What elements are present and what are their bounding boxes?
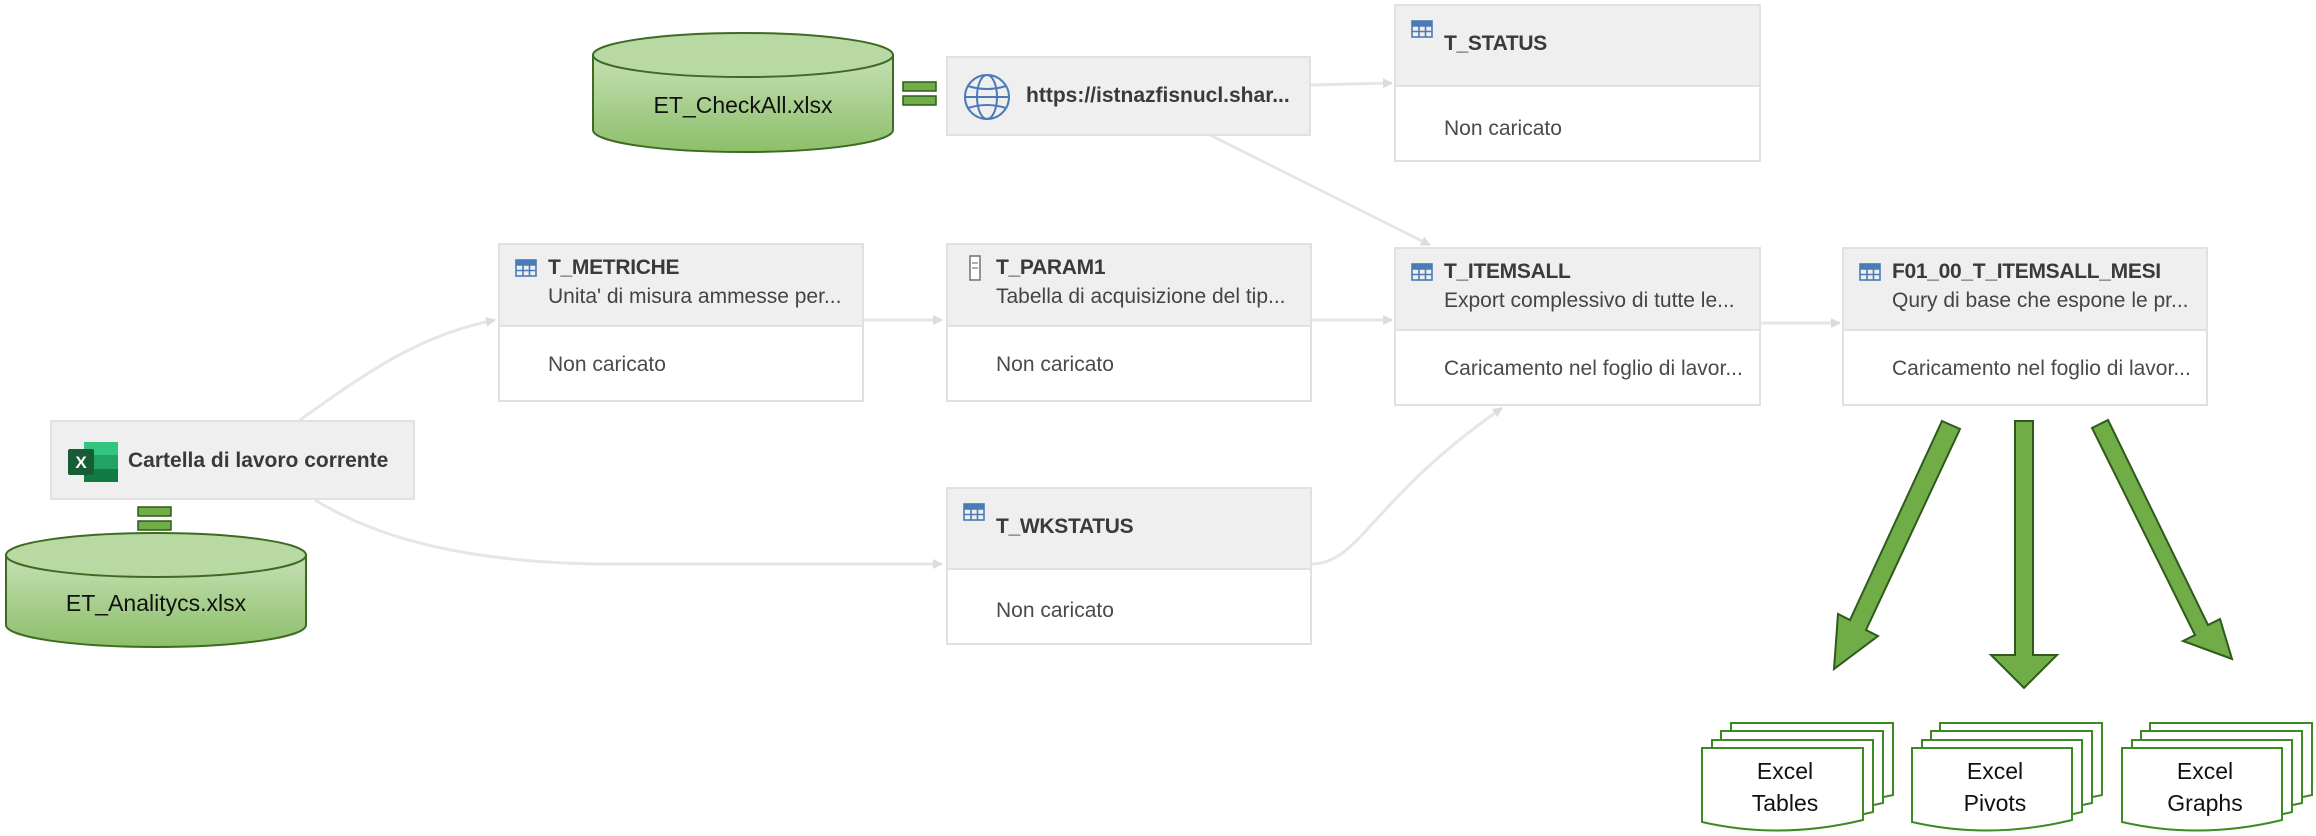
query-f01-description: Qury di base che espone le pr... bbox=[1892, 289, 2189, 312]
connector-wkstatus-to-itemsall bbox=[1310, 406, 1503, 566]
table-icon bbox=[963, 503, 985, 526]
arrow-to-tables bbox=[1832, 419, 1962, 672]
database-checkall: ET_CheckAll.xlsx bbox=[592, 32, 894, 153]
table-icon bbox=[1411, 20, 1433, 43]
database-checkall-label: ET_CheckAll.xlsx bbox=[654, 92, 833, 118]
query-t-wkstatus-title: T_WKSTATUS bbox=[996, 515, 1134, 538]
output-excel-pivots-line2: Pivots bbox=[1964, 790, 2027, 816]
query-t-wkstatus-status: Non caricato bbox=[996, 599, 1114, 622]
excel-icon: X bbox=[66, 440, 120, 489]
arrow-to-pivots bbox=[1988, 420, 2060, 690]
query-f01[interactable]: F01_00_T_ITEMSALL_MESI Qury di base che … bbox=[1842, 247, 2208, 406]
svg-text:X: X bbox=[75, 453, 87, 472]
query-t-wkstatus[interactable]: T_WKSTATUS Non caricato bbox=[946, 487, 1312, 645]
query-t-itemsall-status: Caricamento nel foglio di lavor... bbox=[1444, 357, 1743, 380]
output-excel-tables-line1: Excel bbox=[1757, 758, 1813, 784]
query-f01-status: Caricamento nel foglio di lavor... bbox=[1892, 357, 2191, 380]
connector-workbook-to-metriche bbox=[299, 316, 496, 422]
query-t-itemsall-description: Export complessivo di tutte le... bbox=[1444, 289, 1735, 312]
query-t-status[interactable]: T_STATUS Non caricato bbox=[1394, 4, 1761, 162]
database-analytics: ET_Analitycs.xlsx bbox=[5, 532, 307, 648]
source-web[interactable]: https://istnazfisnucl.shar... bbox=[946, 56, 1311, 136]
query-t-itemsall-title: T_ITEMSALL bbox=[1444, 260, 1571, 283]
arrow-to-graphs bbox=[2090, 418, 2234, 661]
query-t-itemsall[interactable]: T_ITEMSALL Export complessivo di tutte l… bbox=[1394, 247, 1761, 406]
globe-icon bbox=[962, 72, 1012, 127]
query-t-param1-status: Non caricato bbox=[996, 353, 1114, 376]
connector-web-to-status bbox=[1309, 78, 1393, 89]
link-checkall-web bbox=[902, 81, 937, 106]
table-icon bbox=[1411, 263, 1433, 286]
query-t-status-status: Non caricato bbox=[1444, 117, 1562, 140]
query-t-metriche-status: Non caricato bbox=[548, 353, 666, 376]
query-t-param1-title: T_PARAM1 bbox=[996, 256, 1106, 279]
query-f01-title: F01_00_T_ITEMSALL_MESI bbox=[1892, 260, 2161, 283]
query-t-status-title: T_STATUS bbox=[1444, 32, 1547, 55]
database-analytics-label: ET_Analitycs.xlsx bbox=[66, 590, 247, 616]
table-icon bbox=[1859, 263, 1881, 286]
query-t-metriche-description: Unita' di misura ammesse per... bbox=[548, 285, 842, 308]
source-workbook-label: Cartella di lavoro corrente bbox=[128, 449, 389, 472]
link-workbook-analytics bbox=[137, 506, 172, 531]
table-icon bbox=[515, 259, 537, 282]
query-t-param1[interactable]: T_PARAM1 Tabella di acquisizione del tip… bbox=[946, 243, 1312, 402]
query-t-metriche-title: T_METRICHE bbox=[548, 256, 680, 279]
connector-workbook-to-wkstatus bbox=[314, 498, 943, 569]
source-web-label: https://istnazfisnucl.shar... bbox=[1026, 84, 1290, 107]
output-excel-pivots-line1: Excel bbox=[1967, 758, 2023, 784]
output-excel-graphs-line1: Excel bbox=[2177, 758, 2233, 784]
output-excel-graphs-line2: Graphs bbox=[2167, 790, 2242, 816]
parameter-icon bbox=[968, 255, 982, 286]
output-excel-tables-line2: Tables bbox=[1752, 790, 1818, 816]
query-t-param1-description: Tabella di acquisizione del tip... bbox=[996, 285, 1286, 308]
source-workbook[interactable]: X Cartella di lavoro corrente bbox=[50, 420, 415, 500]
query-t-metriche[interactable]: T_METRICHE Unita' di misura ammesse per.… bbox=[498, 243, 864, 402]
